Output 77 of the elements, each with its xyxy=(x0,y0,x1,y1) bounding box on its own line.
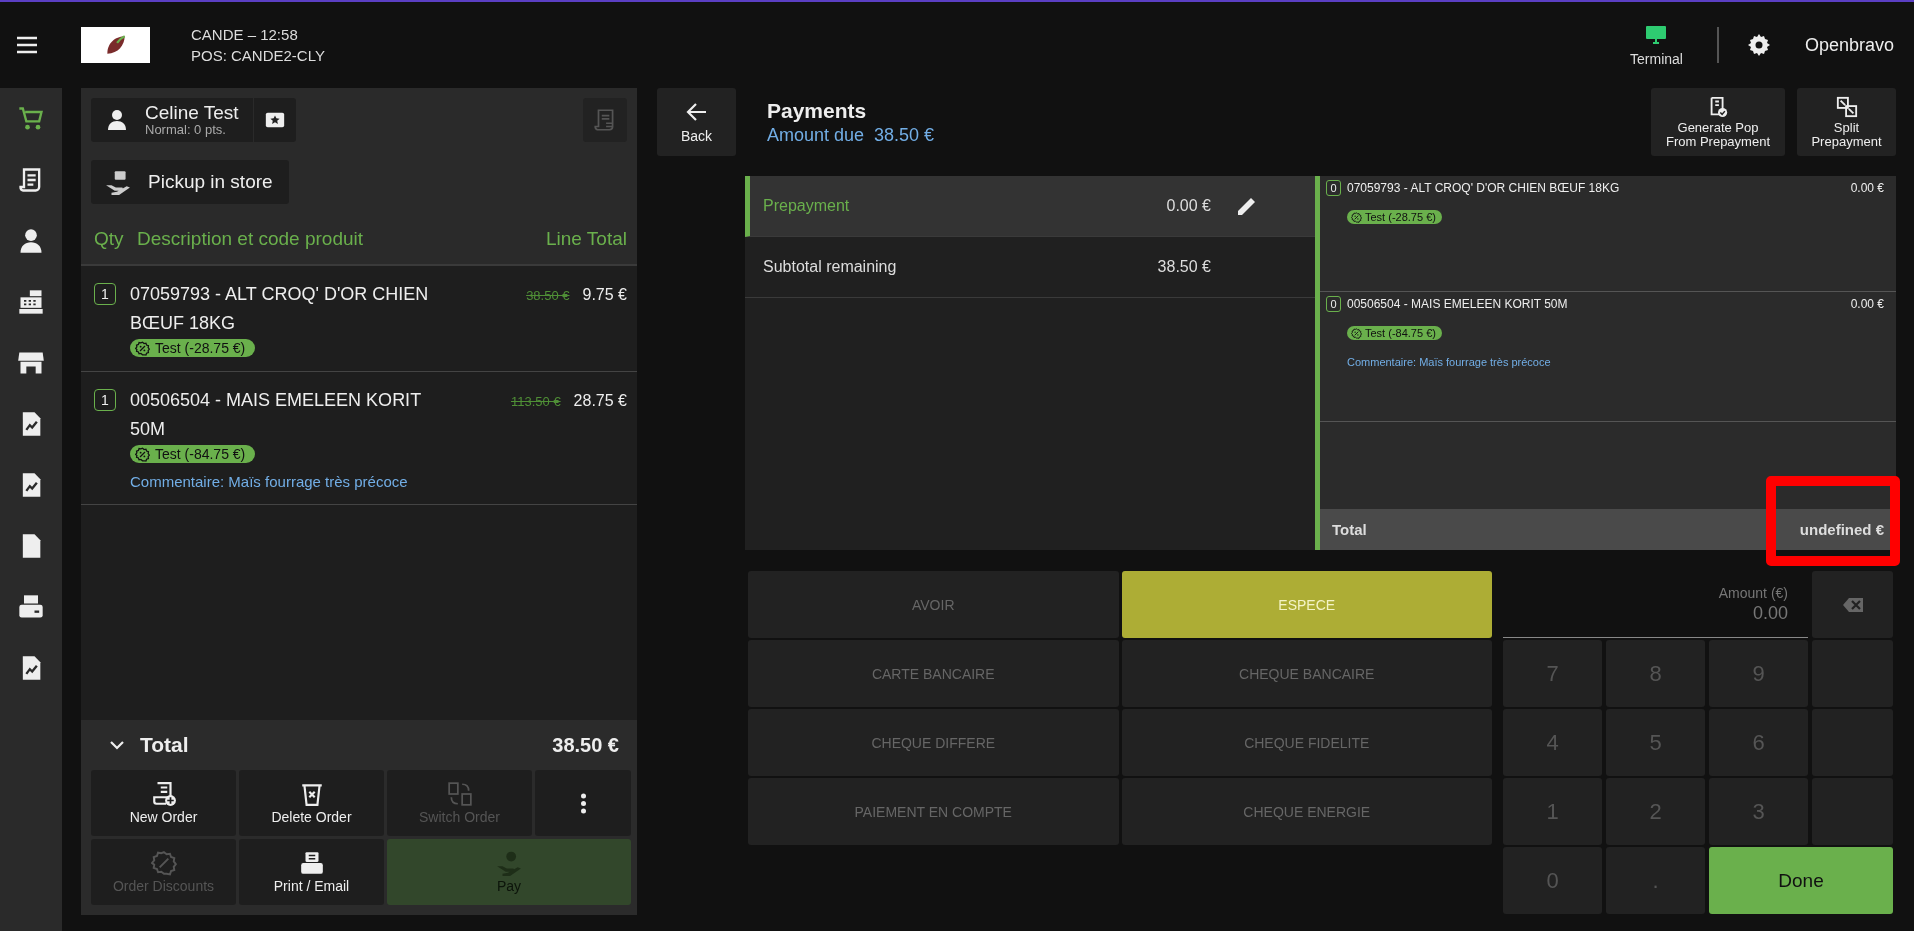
settings-icon xyxy=(1746,33,1771,57)
terminal-button[interactable]: Terminal xyxy=(1630,23,1683,67)
cart-icon xyxy=(17,104,45,133)
quantity-badge: 0 xyxy=(1326,296,1341,312)
done-button[interactable]: Done xyxy=(1709,847,1893,914)
discount-tag: Test (-84.75 €) xyxy=(1347,326,1442,340)
payment-method-button[interactable]: CHEQUE FIDELITE xyxy=(1121,709,1492,776)
discount-icon xyxy=(1351,211,1362,223)
payment-method-button[interactable]: AVOIR xyxy=(748,571,1119,638)
line-amount: 0.00 € xyxy=(1850,181,1884,195)
hand-box-icon xyxy=(104,169,132,195)
more-icon xyxy=(580,792,586,814)
favorite-button[interactable] xyxy=(252,98,296,142)
column-header: Line Total xyxy=(546,228,627,250)
split-prepayment-button[interactable]: Split Prepayment xyxy=(1797,88,1896,156)
printer-icon xyxy=(17,592,45,621)
total-amount: undefined € xyxy=(1799,521,1884,538)
product-description: 07059793 - ALT CROQ' D'OR CHIEN BŒUF 18KG xyxy=(130,283,430,335)
payment-method-button[interactable]: CHEQUE BANCAIRE xyxy=(1121,640,1492,707)
discount-icon xyxy=(1351,327,1362,339)
backspace-button[interactable] xyxy=(1812,571,1893,638)
settings-button[interactable] xyxy=(1746,33,1771,57)
quantity-badge: 1 xyxy=(94,283,116,305)
hand-coin-icon xyxy=(496,850,522,876)
amount-field[interactable]: Amount (€) 0.00 xyxy=(1503,571,1808,638)
pickup-button[interactable]: Pickup in store xyxy=(91,160,289,204)
page-title: Payments xyxy=(767,98,868,123)
keypad-key[interactable]: . xyxy=(1606,847,1705,914)
line-comment: Commentaire: Maïs fourrage très précoce xyxy=(130,473,408,490)
payment-method-button[interactable]: CARTE BANCAIRE xyxy=(748,640,1119,707)
person-icon xyxy=(105,107,129,133)
payment-method-button[interactable]: CHEQUE DIFFERE xyxy=(748,709,1119,776)
amount-due-label: Amount due xyxy=(767,124,865,146)
payment-method-button[interactable]: ESPECE xyxy=(1121,571,1492,638)
original-price: 113.50 € xyxy=(510,394,561,409)
discount-icon xyxy=(135,446,150,462)
customer-button[interactable]: Celine Test Normal: 0 pts. xyxy=(91,98,253,142)
line-amount: 0.00 € xyxy=(1850,297,1884,311)
payment-method-button[interactable]: CHEQUE ENERGIE xyxy=(1121,778,1492,845)
discount-icon xyxy=(135,340,150,356)
switch-receipts-icon xyxy=(446,781,473,807)
receipt-plus-icon xyxy=(150,781,177,807)
split-icon xyxy=(1835,95,1858,118)
line-comment: Commentaire: Maïs fourrage très précoce xyxy=(1347,356,1551,368)
user-name[interactable]: Openbravo xyxy=(1804,34,1894,56)
column-header: Qty xyxy=(94,228,125,250)
summary-row[interactable]: Subtotal remaining 38.50 € xyxy=(745,237,1315,298)
amount-due-value: 38.50 € xyxy=(874,124,935,146)
delete-order-button[interactable]: Delete Order xyxy=(239,770,384,836)
loyalty-points: Normal: 0 pts. xyxy=(145,123,227,137)
summary-row[interactable]: Prepayment 0.00 € xyxy=(745,176,1315,237)
quantity-badge: 1 xyxy=(94,389,116,411)
discount-icon xyxy=(150,850,177,876)
store-time: CANDE – 12:58 xyxy=(191,25,299,45)
customer-name: Celine Test xyxy=(145,103,239,123)
product-description: 00506504 - MAIS EMELEEN KORIT 50M xyxy=(1347,297,1569,311)
original-price: 38.50 € xyxy=(526,288,570,303)
total-label: Total xyxy=(140,733,190,757)
line-total: 9.75 € xyxy=(582,286,627,304)
product-description: 07059793 - ALT CROQ' D'OR CHIEN BŒUF 18KG xyxy=(1347,181,1621,195)
print-email-button[interactable]: Print / Email xyxy=(239,839,384,905)
payment-method-button[interactable]: PAIEMENT EN COMPTE xyxy=(748,778,1119,845)
line-total: 28.75 € xyxy=(573,392,627,410)
pos-name: POS: CANDE2-CLY xyxy=(191,46,325,66)
column-header: Description et code produit xyxy=(137,228,364,250)
generate-pop-button[interactable]: Generate Pop From Prepayment xyxy=(1651,88,1785,156)
discount-tag: Test (-28.75 €) xyxy=(130,339,256,357)
product-description: 00506504 - MAIS EMELEEN KORIT 50M xyxy=(130,389,422,441)
cash-register-icon xyxy=(17,287,45,316)
back-button[interactable]: Back xyxy=(657,88,736,156)
new-order-button[interactable]: New Order xyxy=(91,770,236,836)
discount-tag: Test (-28.75 €) xyxy=(1347,210,1442,224)
printer-icon xyxy=(298,850,325,876)
total-label: Total xyxy=(1332,521,1368,538)
discount-tag: Test (-84.75 €) xyxy=(130,445,256,463)
total-amount: 38.50 € xyxy=(552,733,619,757)
quantity-badge: 0 xyxy=(1326,180,1341,196)
